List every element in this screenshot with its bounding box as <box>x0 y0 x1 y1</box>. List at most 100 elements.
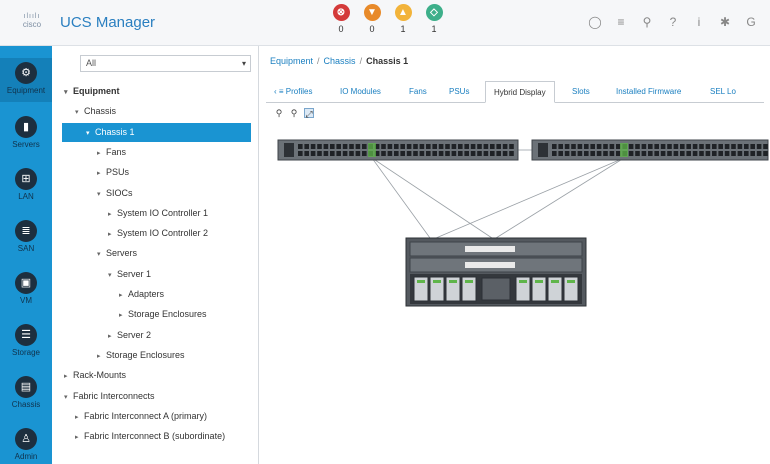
nav-san[interactable]: ≣ SAN <box>0 220 52 253</box>
tree-node[interactable]: ▾ SIOCs <box>97 184 133 203</box>
chevron-down-icon[interactable]: ▾ <box>97 185 106 204</box>
breadcrumb-chassis[interactable]: Chassis <box>324 56 356 66</box>
chevron-right-icon[interactable]: ▸ <box>97 347 106 366</box>
navigation-tree-panel: All ▾ ▾ Equipment ▾ Chassis ▾ Chassis 1 ▸ Fans ▸… <box>52 46 259 464</box>
port-icon <box>310 144 316 149</box>
tab-slots[interactable]: Slots <box>572 81 590 103</box>
tree-node-label: Fabric Interconnect A (primary) <box>84 410 208 421</box>
tree-node-label: Fabric Interconnects <box>73 390 155 401</box>
nav-label: Storage <box>11 348 41 357</box>
fabric-interconnect-a[interactable] <box>277 139 519 161</box>
chevron-right-icon[interactable]: ▸ <box>97 144 106 163</box>
port-icon <box>432 144 437 149</box>
fabric-interconnect-b[interactable] <box>531 139 769 161</box>
tree-node[interactable]: ▸ Fabric Interconnect A (primary) <box>75 407 207 426</box>
logout-icon[interactable]: G <box>744 14 758 30</box>
tree-node[interactable]: ▸ Adapters <box>119 285 164 304</box>
breadcrumb-equipment[interactable]: Equipment <box>270 56 313 66</box>
tree-node[interactable]: ▾ Server 1 <box>108 265 151 284</box>
port-icon <box>699 144 704 149</box>
port-icon <box>400 144 405 149</box>
tree-node-label: Server 1 <box>117 268 152 279</box>
connection-line <box>371 157 431 239</box>
fit-to-screen-icon[interactable]: ⤢ <box>304 108 314 119</box>
chevron-down-icon[interactable]: ▾ <box>75 103 84 122</box>
fault-major[interactable]: ▼ 0 <box>361 4 383 34</box>
tree-node[interactable]: ▸ Fans <box>97 143 126 162</box>
tree-node[interactable]: ▸ Rack-Mounts <box>64 366 126 385</box>
tab-fans[interactable]: Fans <box>409 81 427 103</box>
port-icon <box>381 144 386 149</box>
tree-node[interactable]: ▸ PSUs <box>97 163 129 182</box>
nav-vm[interactable]: ▣ VM <box>0 272 52 305</box>
tab-hybrid-display[interactable]: Hybrid Display <box>485 81 555 103</box>
chevron-down-icon[interactable]: ▾ <box>64 83 73 102</box>
port-icon <box>509 151 514 156</box>
chevron-down-icon[interactable]: ▾ <box>97 245 106 264</box>
port-icon <box>298 151 303 156</box>
tab-psus[interactable]: PSUs <box>449 81 469 103</box>
nav-storage[interactable]: ☰ Storage <box>0 324 52 357</box>
tree-node[interactable]: ▾ Servers <box>97 244 137 263</box>
chevron-right-icon[interactable]: ▸ <box>108 327 117 346</box>
zoom-in-icon[interactable]: ⚲ <box>274 108 284 118</box>
port-icon <box>756 151 762 156</box>
fault-count: 0 <box>369 24 375 34</box>
port-icon <box>426 151 431 156</box>
port-icon <box>584 144 589 149</box>
chevron-down-icon[interactable]: ▾ <box>108 266 117 285</box>
tree-node[interactable]: ▸ Storage Enclosures <box>97 346 185 365</box>
nav-admin[interactable]: ♙ Admin <box>0 428 52 461</box>
tab-installed-firmware[interactable]: Installed Firmware <box>616 81 681 103</box>
tree-node[interactable]: ▸ Server 2 <box>108 326 151 345</box>
help-icon[interactable]: ? <box>666 14 680 30</box>
chevron-right-icon[interactable]: ▸ <box>119 286 128 305</box>
chevron-right-icon[interactable]: ▸ <box>64 367 73 386</box>
critical-fault-icon: ⊗ <box>332 4 350 21</box>
tree-node[interactable]: ▸ System IO Controller 2 <box>108 224 208 243</box>
port-icon <box>477 151 482 156</box>
gear-icon[interactable]: ✱ <box>718 14 732 30</box>
zoom-out-icon[interactable]: ⚲ <box>289 108 299 118</box>
nav-servers[interactable]: ▮ Servers <box>0 116 52 149</box>
chevron-right-icon[interactable]: ▸ <box>108 205 117 224</box>
chevron-right-icon[interactable]: ▸ <box>97 164 106 183</box>
port-icon <box>394 144 399 149</box>
port-icon <box>609 151 615 156</box>
drive-status-led <box>433 280 441 283</box>
nav-chassis[interactable]: ▤ Chassis <box>0 376 52 409</box>
tree-node[interactable]: ▾ Equipment <box>64 82 120 101</box>
port-icon <box>349 144 354 149</box>
cisco-logo-bars: ılıılı <box>23 13 41 20</box>
port-icon <box>750 144 755 149</box>
fault-critical[interactable]: ⊗ 0 <box>330 4 352 34</box>
tree-node[interactable]: ▸ System IO Controller 1 <box>108 204 208 223</box>
fault-warning[interactable]: ◇ 1 <box>423 4 445 34</box>
tab-service-profiles[interactable]: ‹ ≡ Profiles <box>274 81 312 103</box>
chevron-right-icon[interactable]: ▸ <box>108 225 117 244</box>
menu-icon[interactable]: ≡ <box>614 14 628 30</box>
tree-node[interactable]: ▸ Fabric Interconnect B (subordinate) <box>75 427 225 446</box>
tree-node[interactable]: ▾ Chassis 1 <box>62 122 251 143</box>
info-icon[interactable]: i <box>692 14 706 30</box>
tree-node[interactable]: ▾ Chassis <box>75 102 116 121</box>
tree-node[interactable]: ▾ Fabric Interconnects <box>64 387 155 406</box>
tab-io-modules[interactable]: IO Modules <box>340 81 381 103</box>
search-icon[interactable]: ⚲ <box>640 14 654 30</box>
status-circle-icon[interactable]: ◯ <box>588 14 602 30</box>
chevron-right-icon[interactable]: ▸ <box>119 306 128 325</box>
port-icon <box>705 144 711 149</box>
chevron-down-icon[interactable]: ▾ <box>86 124 95 143</box>
tab-sel-logs[interactable]: SEL Lo <box>710 81 736 103</box>
nav-equipment[interactable]: ⚙ Equipment <box>0 58 52 102</box>
tree-filter-select[interactable]: All ▾ <box>80 55 251 72</box>
chevron-down-icon[interactable]: ▾ <box>64 388 73 407</box>
chevron-right-icon[interactable]: ▸ <box>75 428 84 447</box>
port-icon <box>310 151 316 156</box>
fault-minor[interactable]: ▲ 1 <box>392 4 414 34</box>
connection-lines <box>371 149 625 239</box>
chevron-right-icon[interactable]: ▸ <box>75 408 84 427</box>
nav-lan[interactable]: ⊞ LAN <box>0 168 52 201</box>
chassis-1-graphic[interactable] <box>405 237 587 307</box>
tree-node[interactable]: ▸ Storage Enclosures <box>119 305 207 324</box>
